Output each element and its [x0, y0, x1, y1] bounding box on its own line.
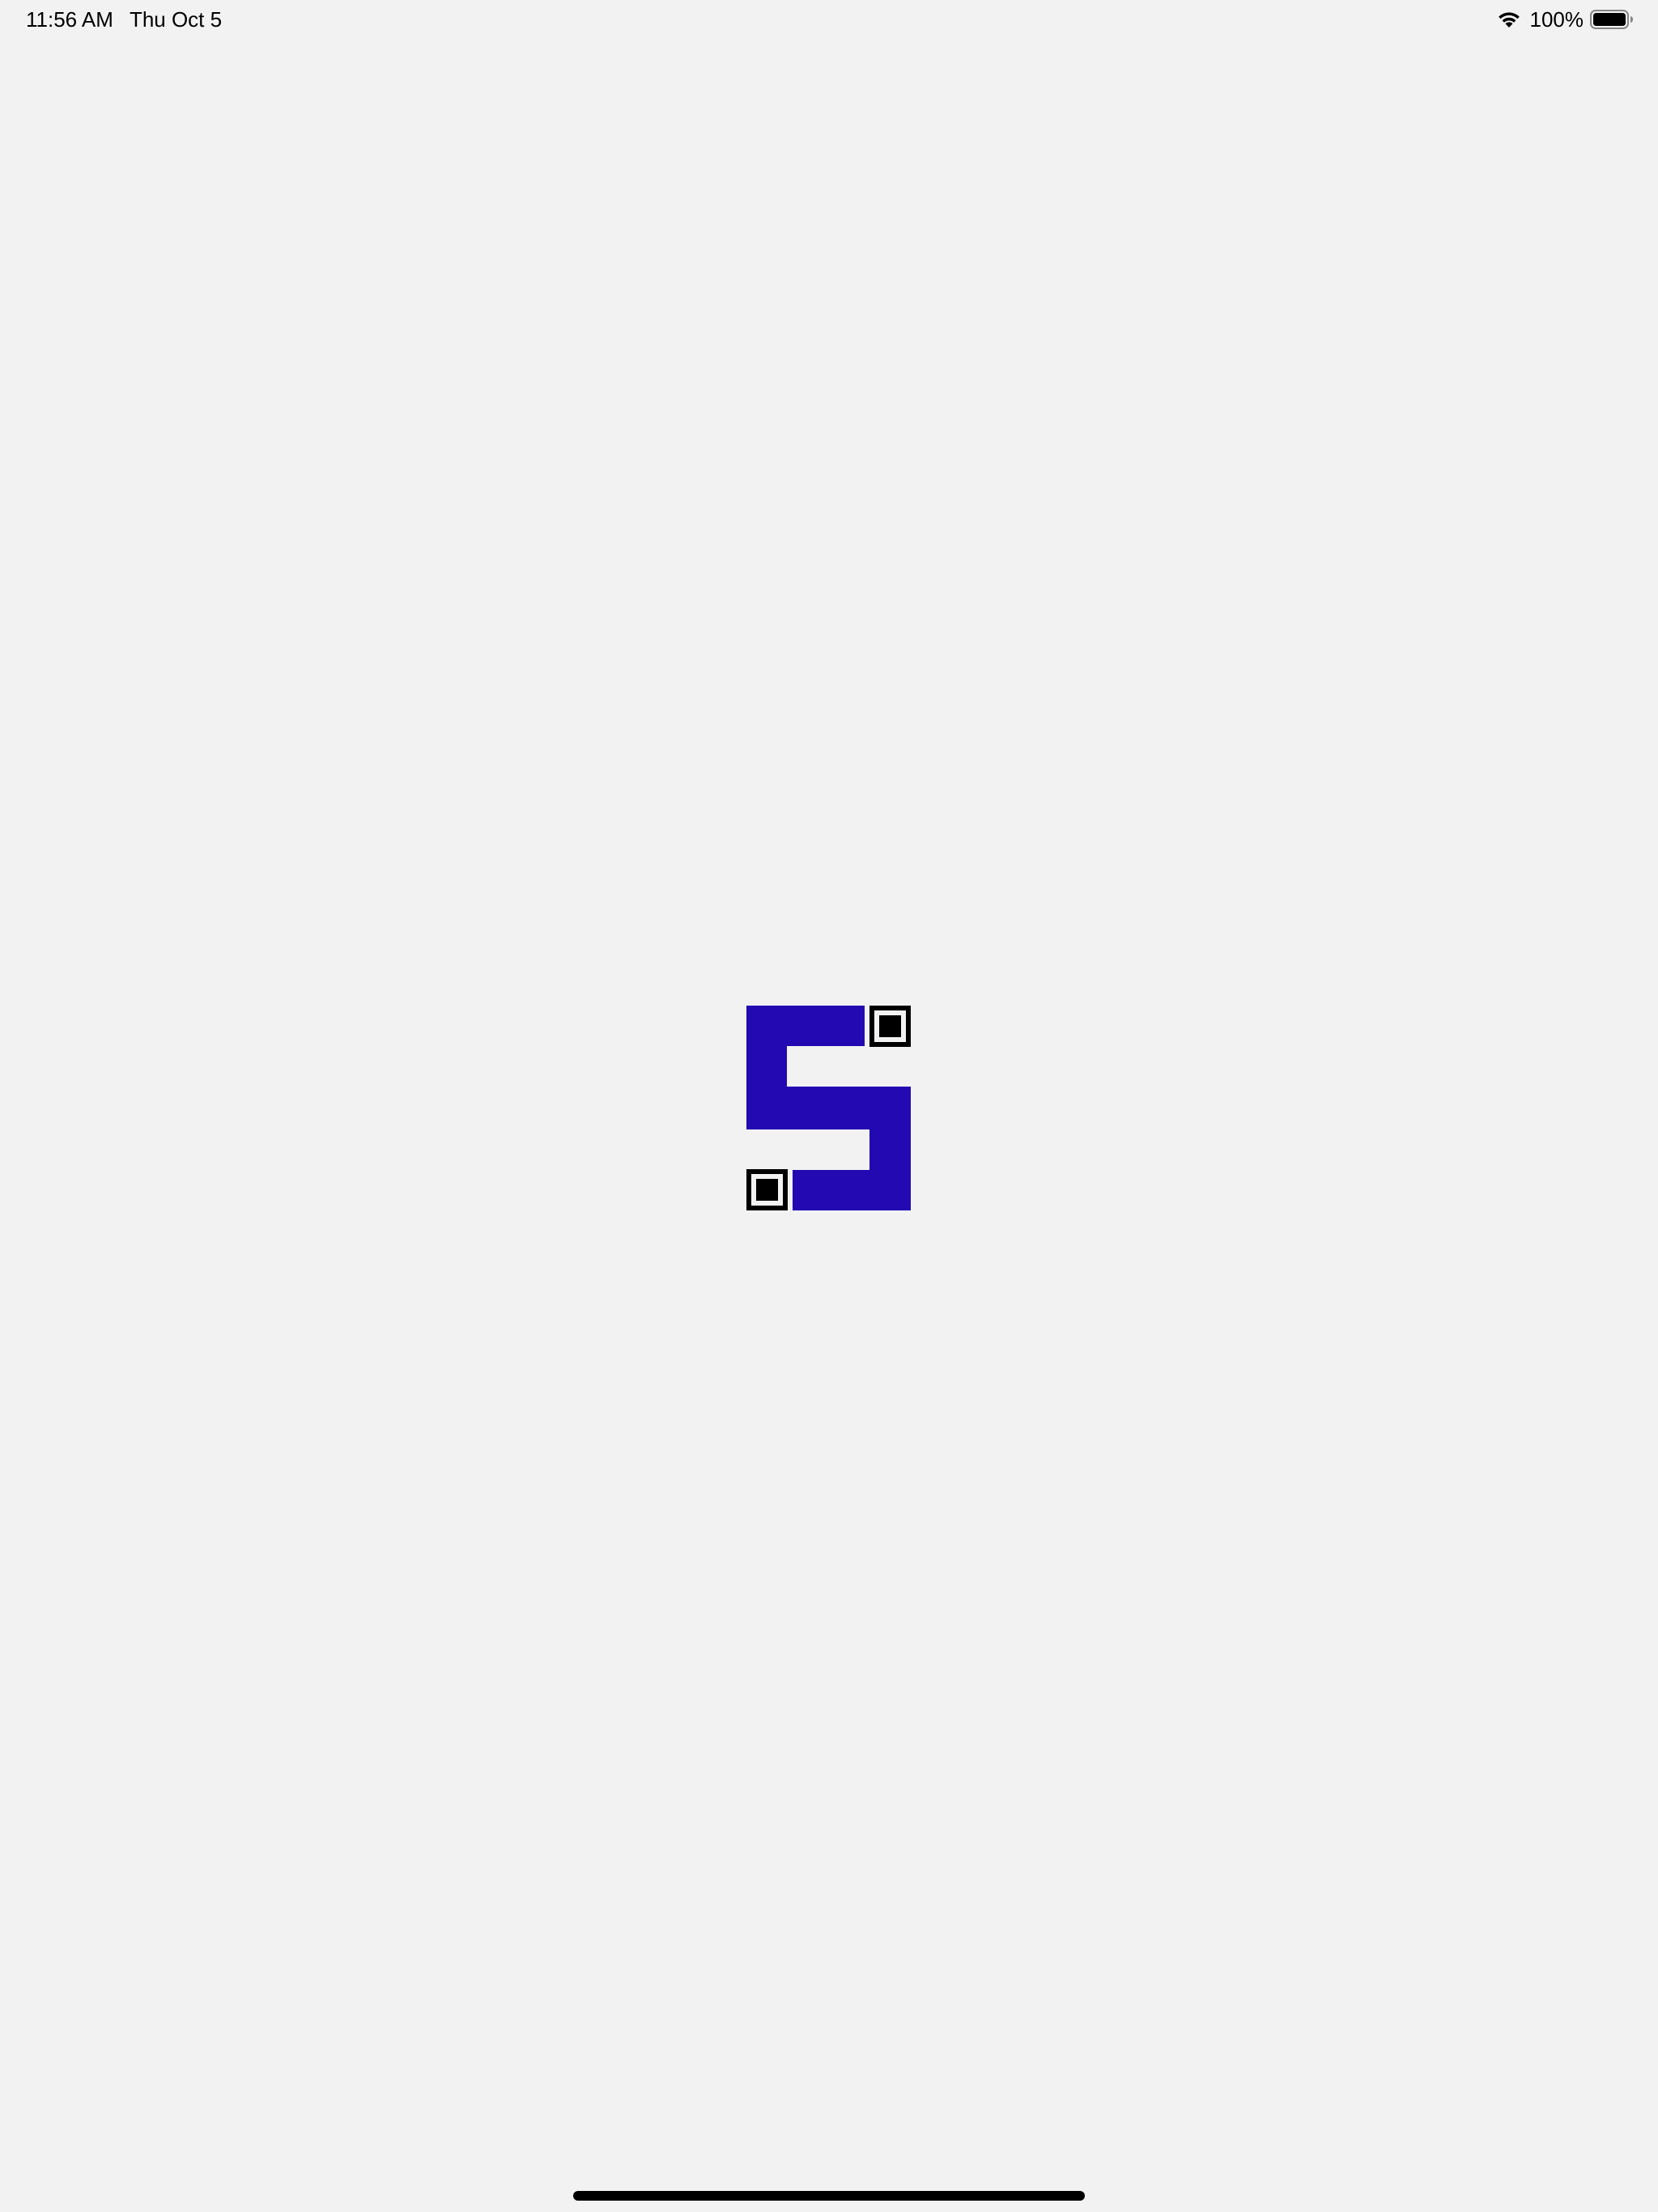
- battery-percent: 100%: [1529, 6, 1584, 32]
- status-bar: 11:56 AM Thu Oct 5 100%: [0, 0, 1658, 39]
- status-time-date: 11:56 AM Thu Oct 5: [26, 5, 222, 34]
- status-indicators: 100%: [1496, 5, 1635, 34]
- splash-screen: 11:56 AM Thu Oct 5 100%: [0, 0, 1658, 2212]
- status-time: 11:56 AM: [26, 7, 113, 32]
- home-indicator[interactable]: [573, 2191, 1085, 2201]
- app-logo-icon: [746, 1006, 911, 1210]
- finder-marker-top-right: [869, 1006, 911, 1047]
- status-date: Thu Oct 5: [129, 7, 223, 32]
- wifi-icon: [1498, 12, 1520, 28]
- finder-marker-bottom-left: [746, 1169, 788, 1210]
- battery-full-icon: [1590, 10, 1633, 29]
